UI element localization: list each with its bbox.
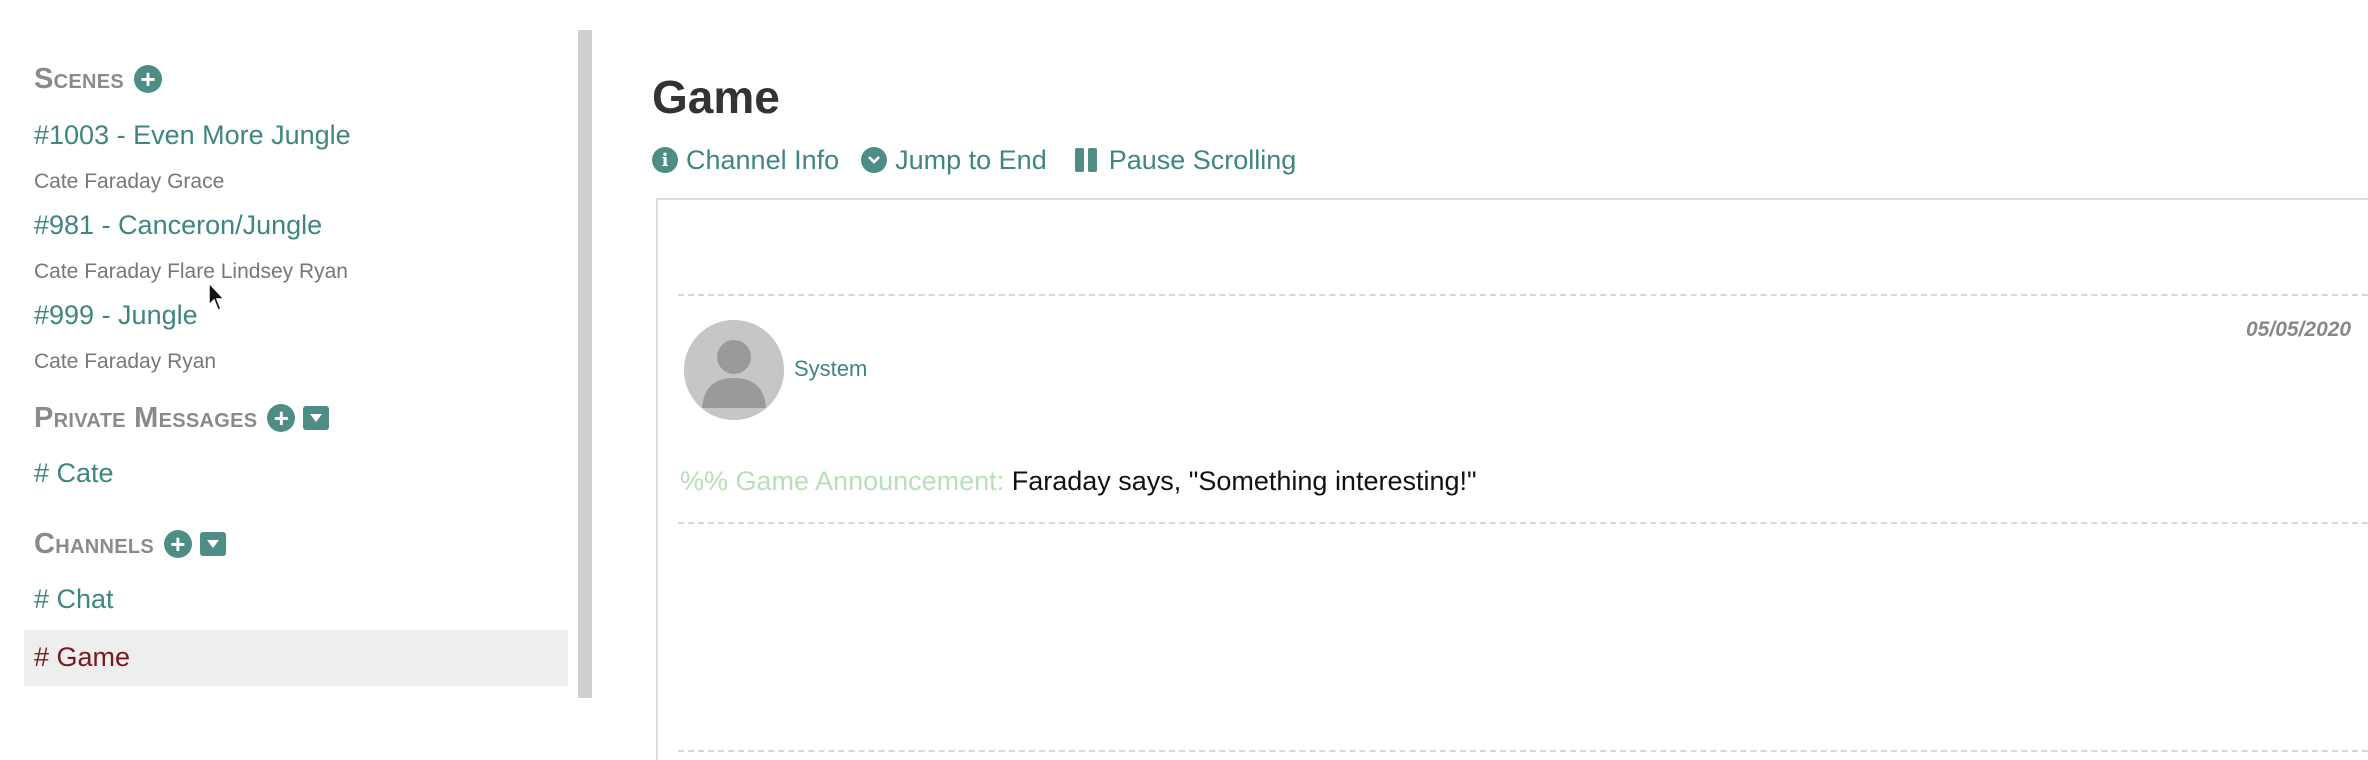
add-channel-plus-icon[interactable]: + — [164, 530, 193, 558]
channel-toolbar: i Channel Info Jump to End Pause Scrolli… — [652, 142, 1318, 178]
default-user-icon — [684, 320, 784, 420]
message-body: %% Game Announcement: Faraday says, "Som… — [680, 466, 1477, 497]
channels-header-label: Channels — [34, 527, 155, 560]
scene-participants: Cate Faraday Flare Lindsey Ryan — [34, 260, 348, 283]
jump-to-end-button[interactable]: Jump to End — [861, 145, 1047, 176]
channel-game-active[interactable]: # Game — [24, 630, 568, 686]
announcement-prefix: %% Game Announcement: — [680, 466, 1005, 496]
pause-scrolling-label: Pause Scrolling — [1108, 144, 1297, 175]
message-divider — [678, 522, 2368, 524]
scene-link-999[interactable]: #999 - Jungle — [34, 300, 198, 331]
collapse-channels-caret-down-icon[interactable] — [200, 532, 227, 556]
private-message-cate[interactable]: # Cate — [34, 458, 114, 489]
channels-header: Channels + — [34, 527, 227, 561]
scene-participants: Cate Faraday Grace — [34, 170, 225, 193]
message-divider — [678, 750, 2368, 752]
pause-icon — [1074, 148, 1101, 172]
page-title: Game — [652, 71, 780, 123]
message-author[interactable]: System — [794, 356, 867, 382]
pause-scrolling-button[interactable]: Pause Scrolling — [1069, 144, 1297, 176]
cropped-top-text — [0, 0, 2368, 8]
scenes-header: Scenes + — [34, 62, 170, 96]
channel-chat[interactable]: # Chat — [34, 584, 114, 615]
channel-info-button[interactable]: i Channel Info — [652, 145, 839, 176]
channel-game-label: # Game — [34, 642, 131, 672]
scene-link-1003[interactable]: #1003 - Even More Jungle — [34, 120, 351, 151]
mouse-cursor-icon — [208, 282, 226, 311]
scene-link-981[interactable]: #981 - Canceron/Jungle — [34, 210, 322, 241]
chat-log[interactable]: System 05/05/2020 %% Game Announcement: … — [656, 198, 2368, 760]
collapse-private-messages-caret-down-icon[interactable] — [303, 406, 330, 430]
sidebar-scrollbar[interactable] — [578, 30, 592, 698]
channel-info-label: Channel Info — [686, 144, 840, 175]
scene-participants: Cate Faraday Ryan — [34, 350, 217, 373]
message-date: 05/05/2020 — [2246, 318, 2352, 341]
add-private-message-plus-icon[interactable]: + — [267, 404, 296, 432]
info-circle-icon: i — [652, 147, 678, 173]
add-scene-plus-icon[interactable]: + — [134, 65, 163, 93]
message-divider — [678, 294, 2368, 296]
private-messages-header-label: Private Messages — [34, 401, 258, 434]
message-text: Faraday says, "Something interesting!" — [1011, 466, 1477, 496]
private-messages-header: Private Messages + — [34, 401, 330, 435]
chevron-circle-down-icon — [861, 147, 888, 173]
scenes-header-label: Scenes — [34, 62, 125, 95]
jump-to-end-label: Jump to End — [895, 144, 1047, 175]
